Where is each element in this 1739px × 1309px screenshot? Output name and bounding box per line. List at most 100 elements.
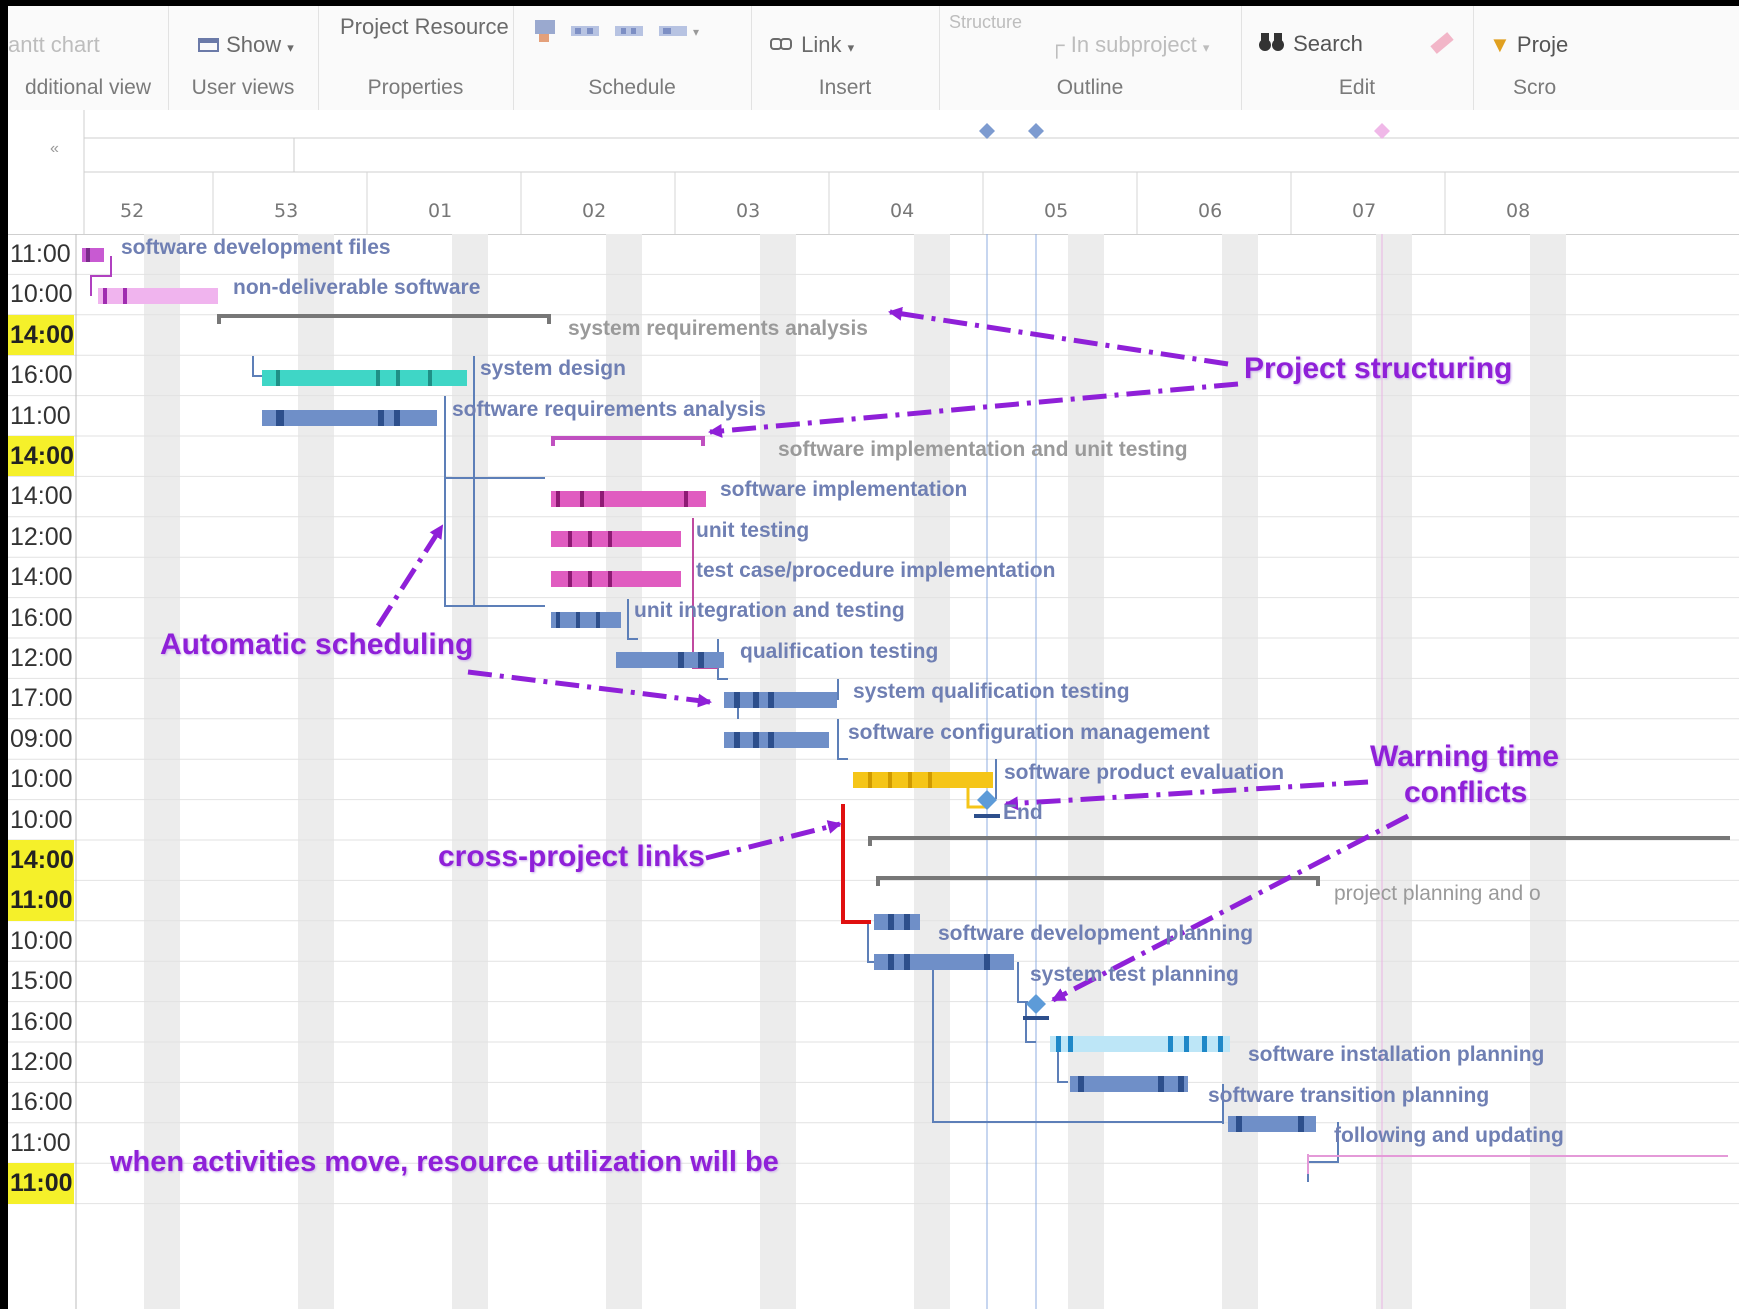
week-label: 06 [1198, 200, 1223, 222]
show-button-label: Show [226, 32, 282, 57]
row-time-cell: 11:00 [10, 401, 71, 430]
task-label[interactable]: system test planning [1030, 963, 1239, 987]
structure-button[interactable]: Structure [949, 12, 1022, 33]
schedule-tools[interactable]: ▾ [525, 16, 715, 52]
row-time-cell: 16:00 [10, 1007, 73, 1036]
chevron-down-icon: ▾ [287, 40, 294, 55]
row-time-cell: 09:00 [10, 724, 73, 753]
task-label[interactable]: software installation planning [1248, 1043, 1544, 1067]
in-subproject-button[interactable]: ┌ In subproject ▾ [1049, 32, 1209, 58]
week-label: 02 [582, 200, 607, 222]
eraser-button[interactable] [1425, 28, 1455, 64]
task-label[interactable]: End [1003, 801, 1043, 825]
ribbon-group-label: Outline [1056, 76, 1124, 99]
ribbon-group-label: Properties [367, 76, 464, 99]
row-time-cell: 10:00 [10, 926, 73, 955]
ribbon-group-additional-view: antt chart dditional view [8, 6, 169, 110]
chevron-down-icon: ▾ [847, 40, 855, 55]
ribbon-group-schedule: ▾ Schedule [513, 6, 752, 110]
task-label[interactable]: non-deliverable software [233, 276, 480, 300]
ribbon-group-label: Insert [818, 76, 872, 99]
row-time-cell: 12:00 [10, 1048, 73, 1076]
task-label[interactable]: unit testing [696, 519, 809, 543]
task-label[interactable]: system qualification testing [853, 680, 1130, 704]
row-time-cell: 11:00 [10, 240, 71, 268]
in-subproject-label: In subproject [1070, 32, 1197, 57]
ribbon-group-scroll: ▼ Proje Scro [1473, 6, 1739, 110]
ribbon-group-user-views: Show ▾ User views [168, 6, 319, 110]
row-time-cell: 17:00 [10, 684, 73, 713]
row-time-cell: 12:00 [10, 644, 73, 672]
row-time-cell: 12:00 [10, 522, 73, 551]
week-label: 52 [120, 200, 145, 222]
link-icon [769, 33, 795, 59]
task-label[interactable]: project planning and o [1334, 882, 1541, 906]
week-label: 07 [1352, 200, 1377, 222]
task-label[interactable]: software development planning [938, 922, 1253, 946]
subproject-icon: ┌ [1049, 32, 1065, 57]
task-label[interactable]: software implementation and unit testing [778, 438, 1188, 462]
annotation-cross-project-links: cross-project links [438, 840, 705, 873]
gantt-chart-button[interactable]: antt chart [8, 32, 100, 58]
task-label[interactable]: software implementation [720, 478, 967, 502]
row-time-cell: 16:00 [10, 603, 73, 632]
milestone-markers [979, 123, 1390, 139]
week-label: 53 [274, 200, 299, 222]
week-label: 05 [1044, 200, 1069, 222]
annotation-automatic-scheduling: Automatic scheduling [160, 628, 474, 661]
ribbon-group-properties: Project Resource Properties [318, 6, 514, 110]
ribbon-group-label: Schedule [588, 76, 676, 99]
task-label[interactable]: system requirements analysis [568, 317, 868, 341]
row-time-cell: 10:00 [10, 765, 73, 794]
gantt-grid: 11:00 10:00 14:00 16:00 11:00 14:00 14:00 12:00… [8, 234, 1739, 1309]
binoculars-icon [1257, 30, 1287, 60]
annotation-warning-time: Warning time [1370, 740, 1559, 773]
filter-icon: ▼ [1489, 32, 1511, 57]
task-label[interactable]: test case/procedure implementation [696, 559, 1055, 583]
row-time-cell: 14:00 [10, 482, 73, 511]
row-time-cell: 16:00 [10, 1088, 73, 1117]
svg-text:▾: ▾ [693, 25, 699, 39]
ribbon-toolbar: antt chart dditional view Show ▾ User vi… [8, 6, 1739, 111]
row-time-cell: 11:00 [8, 880, 74, 921]
week-label: 03 [736, 200, 761, 222]
row-time-cell: 14:00 [8, 314, 74, 356]
task-label[interactable]: qualification testing [740, 640, 938, 664]
project-scroll-button[interactable]: ▼ Proje [1489, 32, 1568, 58]
week-label: 08 [1506, 200, 1531, 222]
annotation-project-structuring: Project structuring [1244, 352, 1513, 385]
ribbon-group-label: Edit [1338, 76, 1376, 99]
ribbon-group-label: User views [191, 76, 295, 99]
week-label: 04 [890, 200, 915, 222]
project-scroll-label: Proje [1516, 32, 1569, 57]
task-label[interactable]: software requirements analysis [452, 398, 766, 422]
task-label[interactable]: unit integration and testing [634, 599, 905, 623]
row-time-cell: 16:00 [10, 361, 73, 390]
link-button[interactable]: Link ▾ [769, 32, 854, 59]
row-time-cell: 11:00 [10, 1128, 71, 1157]
timeline-header: « 52 53 01 02 03 04 05 06 07 08 [8, 110, 1739, 235]
task-label[interactable]: software transition planning [1208, 1084, 1489, 1108]
task-label[interactable]: software configuration management [848, 721, 1210, 745]
row-time-cell: 15:00 [10, 967, 73, 996]
screenshot-frame: antt chart dditional view Show ▾ User vi… [0, 0, 1739, 1309]
chevron-down-icon: ▾ [1202, 40, 1210, 55]
task-label[interactable]: following and updating [1334, 1124, 1564, 1148]
task-label[interactable]: software product evaluation [1004, 761, 1284, 785]
project-resource-button[interactable]: Project Resource [340, 14, 509, 40]
annotation-conflicts: conflicts [1404, 776, 1528, 809]
row-time-cell: 14:00 [10, 563, 73, 592]
ribbon-group-label: dditional view [24, 76, 152, 99]
show-button[interactable]: Show ▾ [198, 32, 294, 59]
timeline-scale [83, 110, 1739, 234]
search-button[interactable]: Search [1257, 30, 1363, 60]
task-label[interactable]: system design [480, 357, 626, 381]
search-button-label: Search [1293, 30, 1363, 56]
ribbon-group-outline: Structure ┌ In subproject ▾ Outline [939, 6, 1242, 110]
ribbon-group-edit: Search Edit [1241, 6, 1474, 110]
gantt-app-window: antt chart dditional view Show ▾ User vi… [8, 6, 1739, 1309]
task-label[interactable]: software development files [121, 236, 391, 260]
row-time-cell: 11:00 [8, 1163, 74, 1204]
schedule-tools-icon: ▾ [535, 20, 699, 42]
eraser-icon [1425, 32, 1455, 63]
